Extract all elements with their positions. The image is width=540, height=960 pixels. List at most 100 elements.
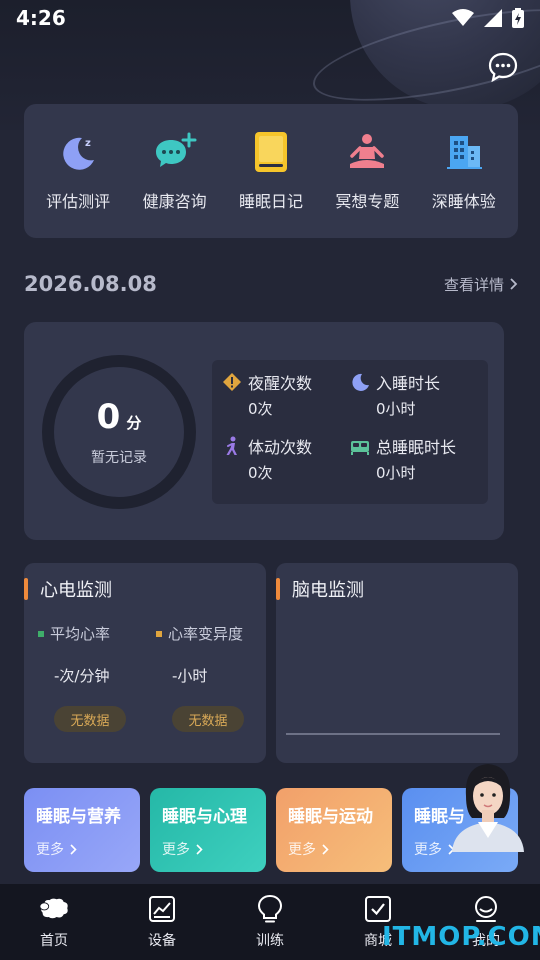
- signal-icon: [484, 9, 502, 27]
- sleep-stats: 夜醒次数 0次 z 入睡时长 0小时 体动次数 0次 总睡眠时长 0小时: [212, 360, 488, 504]
- stat-value: 0次: [248, 464, 273, 482]
- stat-night-wakings: 夜醒次数 0次: [222, 368, 350, 432]
- chat-plus-icon: [155, 132, 197, 167]
- user-icon: [475, 896, 497, 922]
- ecg-title: 心电监测: [40, 580, 112, 601]
- score-note: 暂无记录: [91, 450, 147, 466]
- topic-title: 睡眠与心理: [162, 807, 247, 827]
- topic-title: 睡眠与营养: [36, 807, 121, 827]
- quick-action-label: 健康咨询: [142, 192, 207, 211]
- tab-home[interactable]: 首页: [14, 894, 94, 950]
- topic-title: 睡眠与运动: [288, 807, 373, 827]
- stat-body-movements: 体动次数 0次: [222, 432, 350, 496]
- accent-bar: [276, 578, 280, 600]
- quick-action-label: 睡眠日记: [238, 192, 303, 211]
- assistant-avatar[interactable]: [448, 760, 528, 852]
- tab-label: 首页: [40, 933, 68, 949]
- tab-label: 训练: [256, 933, 284, 949]
- chevron-right-icon: [196, 843, 203, 855]
- score-number: 0: [96, 397, 121, 437]
- stat-sleep-latency: z 入睡时长 0小时: [350, 368, 478, 432]
- avg-hr-value: -次/分钟: [54, 667, 110, 685]
- view-details-link[interactable]: 查看详情: [444, 274, 518, 295]
- quick-action-diary[interactable]: 睡眠日记: [225, 130, 317, 212]
- accent-bar: [24, 578, 28, 600]
- checkbox-icon: [365, 896, 391, 922]
- status-time: 4:26: [16, 6, 66, 30]
- hrv-label: 心率变异度: [168, 625, 244, 643]
- avg-hr-label: 平均心率: [50, 625, 111, 643]
- tab-device[interactable]: 设备: [122, 894, 202, 950]
- battery-icon: [512, 8, 524, 28]
- moon-icon: z: [63, 137, 95, 170]
- avg-hr-dot: [38, 630, 44, 637]
- status-bar: 4:26: [0, 0, 540, 36]
- topic-more-link[interactable]: 更多: [162, 839, 266, 859]
- topic-more-label: 更多: [288, 842, 316, 858]
- watermark: ITMOP.COM: [382, 922, 540, 952]
- diary-icon: [254, 132, 287, 172]
- stat-value: 0小时: [376, 464, 416, 482]
- svg-text:z: z: [85, 138, 91, 149]
- quick-actions-card: z 评估测评 健康咨询 睡眠日记 冥想专题 深睡体验: [24, 104, 518, 238]
- quick-action-label: 评估测评: [46, 192, 111, 211]
- stat-label: 夜醒次数: [248, 374, 313, 393]
- topic-more-link[interactable]: 更多: [288, 839, 392, 859]
- record-date: 2026.08.08: [24, 272, 157, 296]
- stat-total-sleep: 总睡眠时长 0小时: [350, 432, 478, 496]
- topic-more-label: 更多: [414, 842, 442, 858]
- quick-action-consult[interactable]: 健康咨询: [129, 130, 221, 212]
- score-unit: 分: [126, 414, 142, 432]
- bed-icon: [351, 441, 369, 455]
- ecg-title-row: 心电监测: [24, 577, 112, 601]
- stat-label: 总睡眠时长: [376, 438, 457, 457]
- hrv-dot: [156, 630, 162, 637]
- movement-icon: [226, 436, 237, 455]
- eeg-title: 脑电监测: [292, 580, 364, 601]
- warning-icon: [223, 373, 241, 391]
- score-value: 0 分: [97, 397, 142, 437]
- topic-card-psychology[interactable]: 睡眠与心理 更多: [150, 788, 266, 872]
- quick-action-deep-sleep[interactable]: 深睡体验: [418, 130, 510, 212]
- ecg-monitor-card[interactable]: 心电监测 平均心率 心率变异度 -次/分钟 -小时 无数据 无数据: [24, 563, 266, 763]
- quick-action-meditation[interactable]: 冥想专题: [321, 130, 413, 212]
- quick-action-label: 深睡体验: [431, 192, 496, 211]
- view-details-label: 查看详情: [443, 275, 504, 294]
- eeg-baseline: [286, 733, 500, 735]
- avg-hr-no-data-badge: 无数据: [54, 706, 126, 732]
- chart-monitor-icon: [149, 896, 175, 922]
- chevron-right-icon: [70, 843, 77, 855]
- chevron-right-icon: [510, 278, 518, 290]
- sheep-icon: [39, 898, 68, 919]
- tab-label: 设备: [148, 933, 176, 949]
- stat-label: 入睡时长: [376, 374, 441, 393]
- status-icons: [452, 8, 524, 28]
- score-ring: 0 分 暂无记录: [42, 355, 196, 509]
- topic-more-link[interactable]: 更多: [36, 839, 140, 859]
- building-icon: [446, 136, 482, 169]
- tab-training[interactable]: 训练: [230, 894, 310, 950]
- moon-icon: z: [352, 373, 369, 391]
- meditation-icon: [350, 134, 385, 168]
- svg-text:z: z: [362, 375, 366, 382]
- hrv-value: -小时: [172, 667, 208, 685]
- date-row: 2026.08.08 查看详情: [24, 266, 518, 302]
- hrv-no-data-badge: 无数据: [172, 706, 244, 732]
- eeg-monitor-card[interactable]: 脑电监测: [276, 563, 518, 763]
- quick-action-label: 冥想专题: [335, 192, 400, 211]
- chevron-right-icon: [322, 843, 329, 855]
- sleep-score-card[interactable]: 0 分 暂无记录 夜醒次数 0次 z 入睡时长 0小时 体动次数 0次 总睡眠时…: [24, 322, 504, 540]
- quick-action-assessment[interactable]: z 评估测评: [32, 130, 124, 212]
- topic-more-label: 更多: [162, 842, 190, 858]
- stat-value: 0小时: [376, 400, 416, 418]
- lightbulb-icon: [257, 894, 283, 923]
- topic-card-nutrition[interactable]: 睡眠与营养 更多: [24, 788, 140, 872]
- stat-label: 体动次数: [248, 438, 313, 457]
- hrv-legend: 心率变异度: [156, 623, 243, 644]
- eeg-title-row: 脑电监测: [276, 577, 364, 601]
- stat-value: 0次: [248, 400, 273, 418]
- message-icon[interactable]: [488, 52, 518, 82]
- avg-hr-legend: 平均心率: [38, 623, 110, 644]
- topic-more-label: 更多: [36, 842, 64, 858]
- topic-card-exercise[interactable]: 睡眠与运动 更多: [276, 788, 392, 872]
